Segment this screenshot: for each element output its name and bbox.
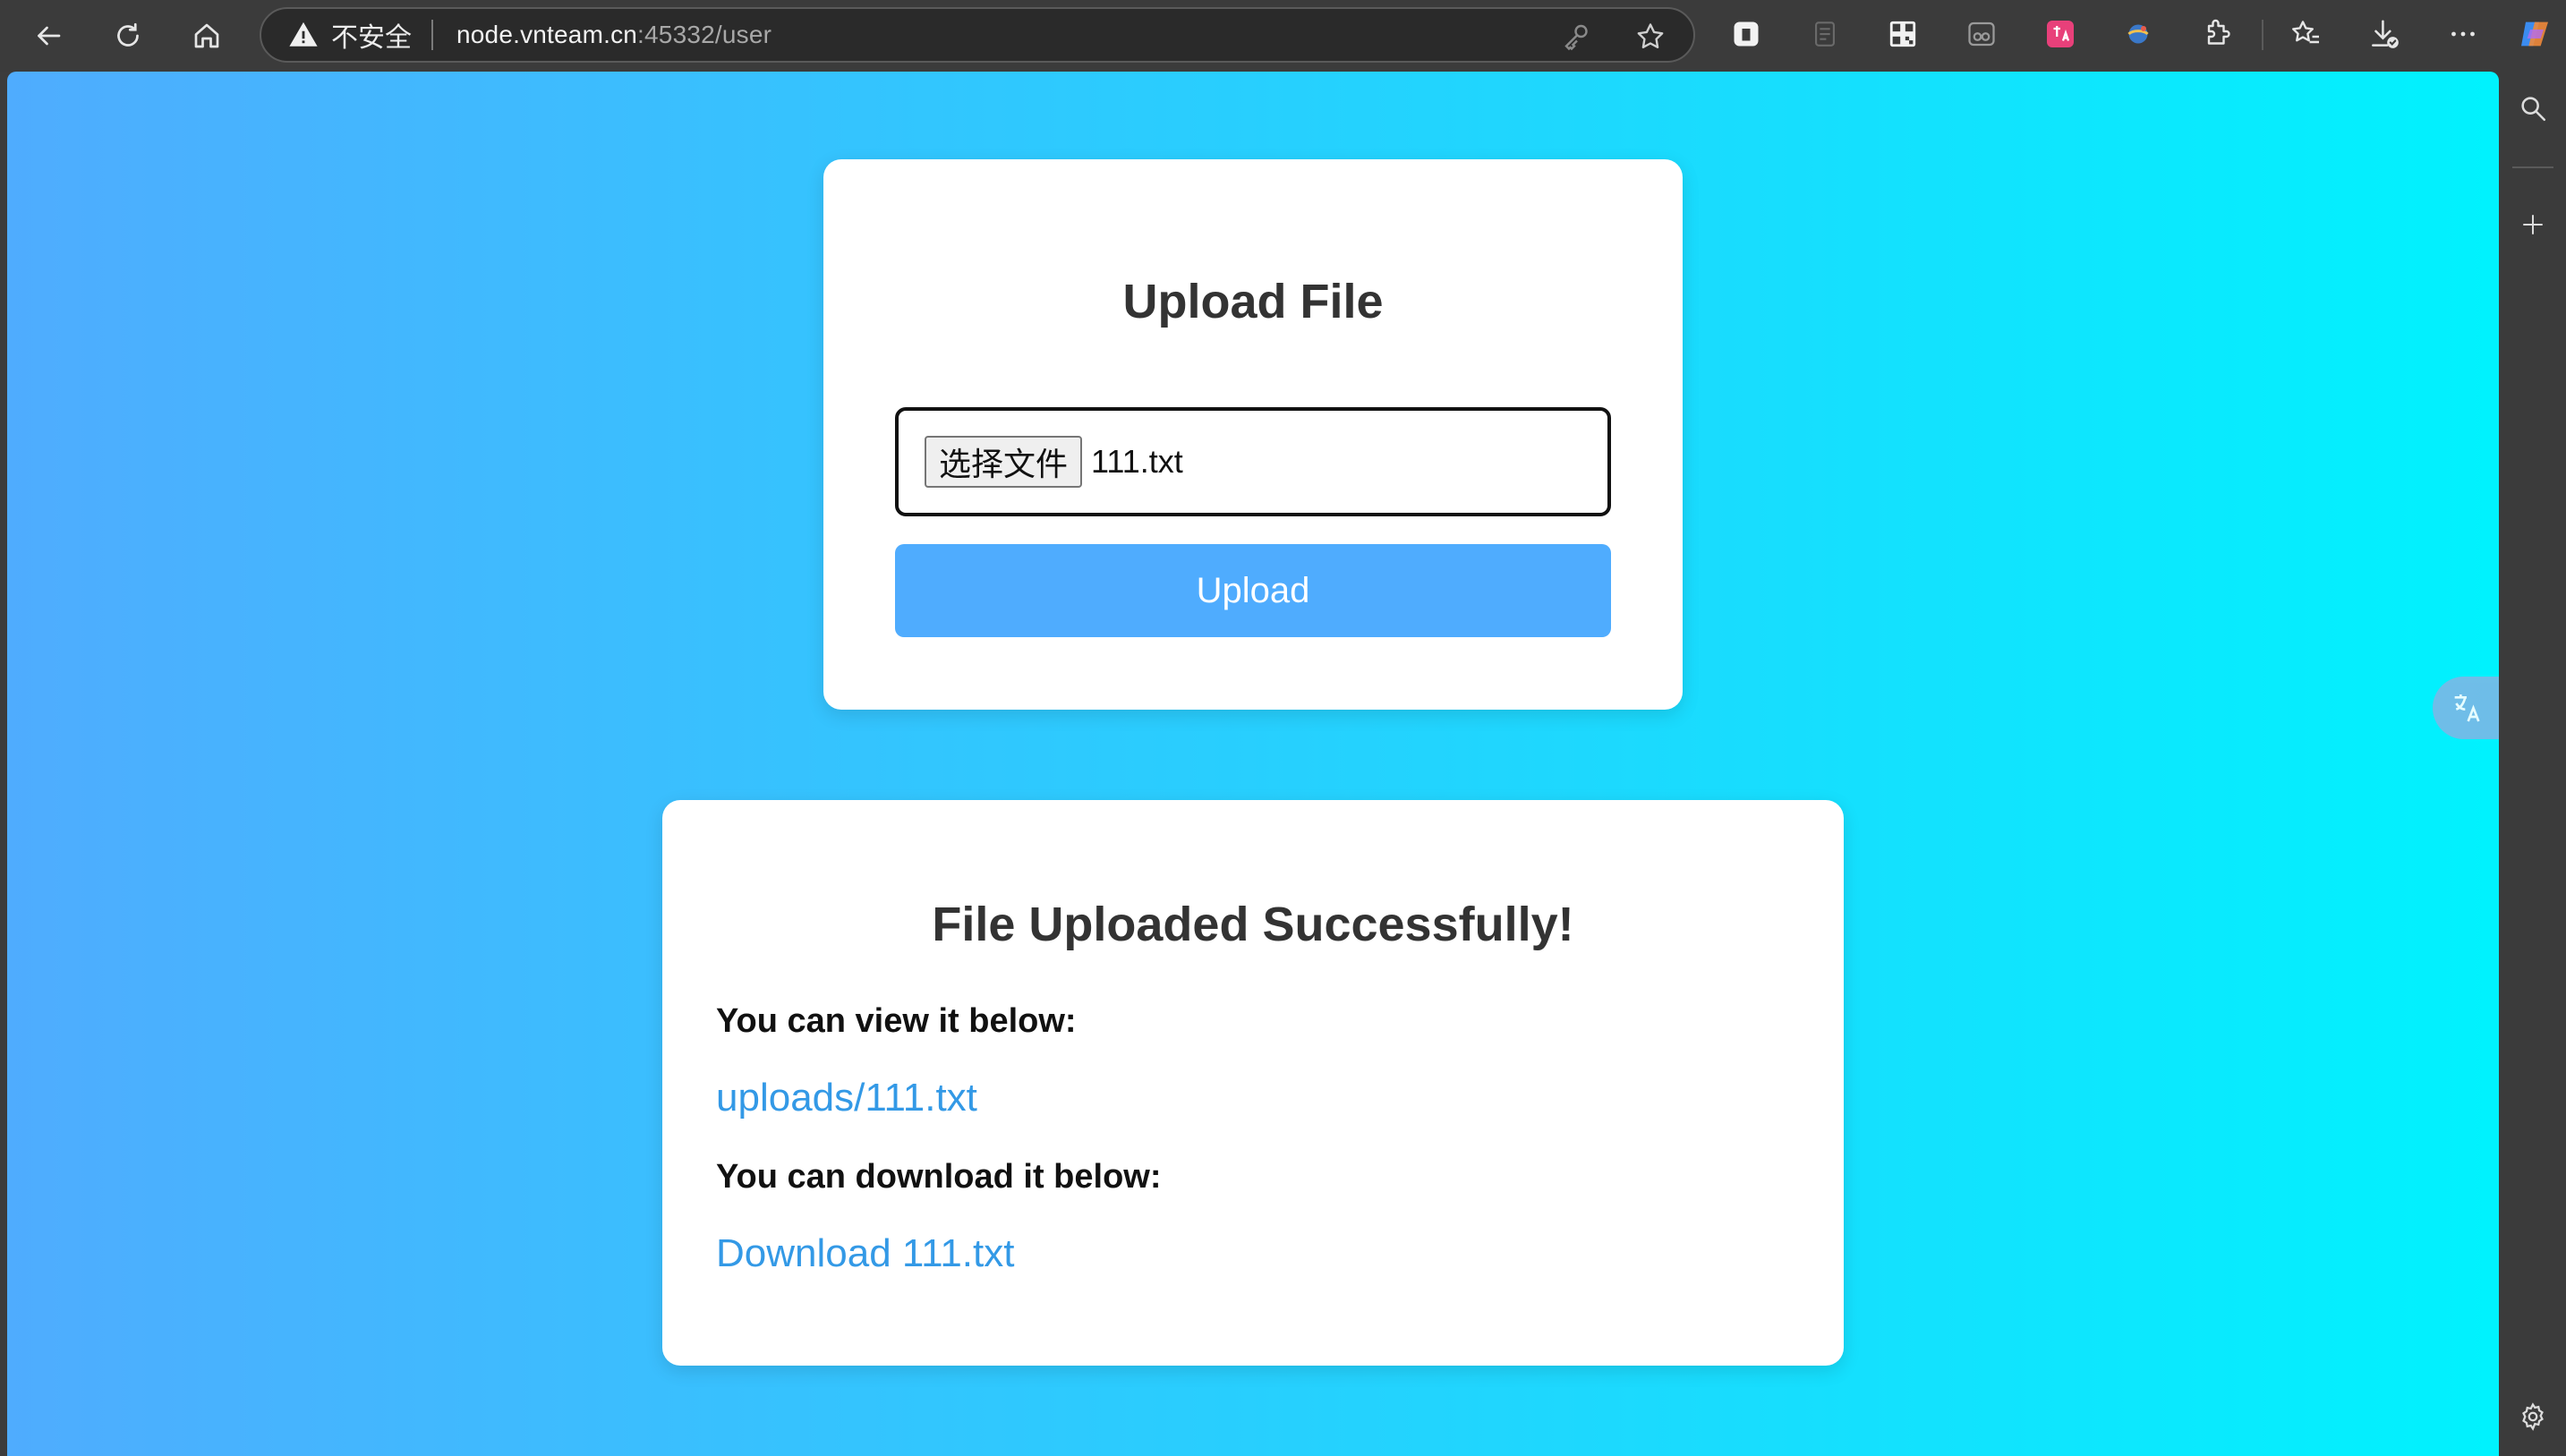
extensions-puzzle-icon xyxy=(2207,19,2230,45)
download-file-link[interactable]: Download 111.txt xyxy=(716,1231,1014,1276)
ext-qrcode-icon xyxy=(1889,21,1916,47)
settings-icon xyxy=(2522,1402,2544,1431)
side-divider xyxy=(2512,166,2553,168)
ext-pdf-icon xyxy=(1815,21,1835,47)
copilot-button[interactable] xyxy=(2517,16,2553,52)
selected-file-name: 111.txt xyxy=(1091,443,1183,480)
refresh-icon xyxy=(117,22,139,47)
upload-card: Upload File 选择文件 111.txt Upload xyxy=(823,159,1683,710)
search-icon xyxy=(2521,97,2546,122)
ext-glasses-button[interactable] xyxy=(1964,16,1999,52)
home-button[interactable] xyxy=(182,11,232,61)
side-search-button[interactable] xyxy=(2511,86,2555,131)
view-instruction-text: You can view it below: xyxy=(716,1002,1077,1040)
browser-side-panel xyxy=(2499,72,2566,1456)
browser-toolbar: 不安全 node.vnteam.cn:45332/user xyxy=(0,0,2566,72)
warning-icon[interactable] xyxy=(288,20,319,50)
address-divider xyxy=(431,20,433,50)
ext-pdf-button[interactable] xyxy=(1807,16,1843,52)
back-button[interactable] xyxy=(23,11,73,61)
upload-button[interactable]: Upload xyxy=(895,544,1611,637)
ext-pink-translate-button[interactable] xyxy=(2042,16,2078,52)
url-host: node.vnteam.cn xyxy=(456,21,638,48)
ext-translate-icon xyxy=(1734,21,1759,47)
ext-qrcode-button[interactable] xyxy=(1885,16,1921,52)
result-card: File Uploaded Successfully! You can view… xyxy=(662,800,1844,1366)
add-icon xyxy=(2523,215,2543,234)
more-menu-icon xyxy=(2451,31,2475,37)
key-icon[interactable] xyxy=(1561,21,1593,53)
ext-pink-translate-icon xyxy=(2047,21,2074,47)
ext-translate-button[interactable] xyxy=(1728,16,1764,52)
translate-icon xyxy=(2454,694,2480,722)
extensions-button[interactable] xyxy=(2199,16,2235,52)
security-status-label[interactable]: 不安全 xyxy=(331,15,412,55)
upload-title: Upload File xyxy=(1122,275,1384,328)
favorites-button[interactable] xyxy=(2288,16,2323,52)
download-instruction-text: You can download it below: xyxy=(716,1158,1162,1196)
choose-file-button[interactable]: 选择文件 xyxy=(925,436,1083,488)
home-icon xyxy=(194,23,219,48)
view-file-link[interactable]: uploads/111.txt xyxy=(716,1076,977,1120)
side-add-button[interactable] xyxy=(2511,202,2555,247)
downloads-icon xyxy=(2372,20,2399,48)
copilot-icon xyxy=(2521,21,2548,47)
file-input[interactable]: 选择文件 111.txt xyxy=(895,407,1611,516)
floating-translate-button[interactable] xyxy=(2433,677,2501,739)
page-viewport: Upload File 选择文件 111.txt Upload File Upl… xyxy=(7,72,2499,1456)
result-title: File Uploaded Successfully! xyxy=(932,898,1574,951)
star-icon[interactable] xyxy=(1634,21,1667,53)
address-bar[interactable]: 不安全 node.vnteam.cn:45332/user xyxy=(260,7,1695,63)
favorites-icon xyxy=(2292,21,2319,44)
ext-globe-icon xyxy=(2127,24,2149,44)
ext-globe-button[interactable] xyxy=(2120,16,2156,52)
more-menu-button[interactable] xyxy=(2445,16,2481,52)
url-path: :45332/user xyxy=(637,21,772,48)
url-text[interactable]: node.vnteam.cn:45332/user xyxy=(456,21,772,49)
toolbar-divider xyxy=(2262,20,2263,50)
back-arrow-icon xyxy=(38,26,61,46)
side-settings-button[interactable] xyxy=(2511,1394,2555,1439)
ext-glasses-icon xyxy=(1968,21,1995,47)
refresh-button[interactable] xyxy=(103,11,153,61)
downloads-button[interactable] xyxy=(2366,16,2402,52)
